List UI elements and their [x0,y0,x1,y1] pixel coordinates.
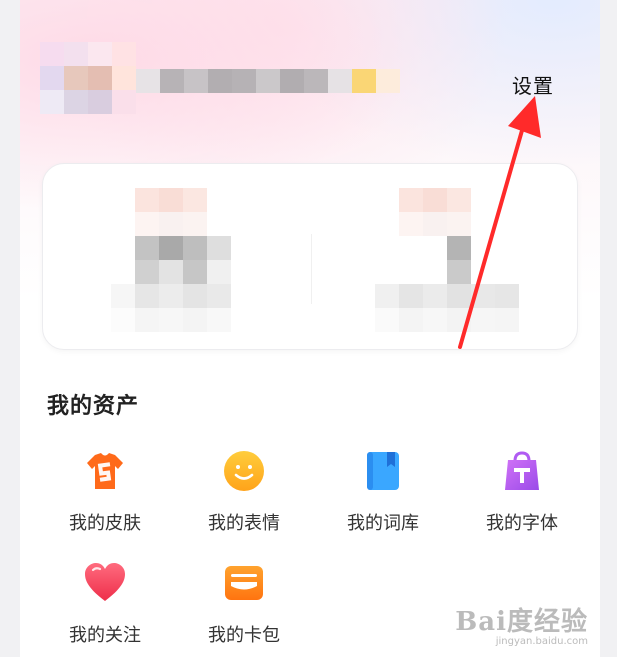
card-wallet-icon [225,566,263,600]
asset-my-emoji[interactable]: 我的表情 [189,449,299,535]
blurred-stat-right[interactable] [375,188,519,332]
smiley-icon [224,451,264,491]
assets-section-title: 我的资产 [47,394,140,419]
asset-label: 我的关注 [69,625,141,646]
shirt-icon [87,453,123,489]
watermark-main: Bai度经验 [455,607,588,637]
asset-label: 我的表情 [208,513,280,534]
font-bag-icon [505,451,539,490]
blurred-username [136,69,400,93]
heart-icon [85,563,125,601]
stats-card [42,163,578,350]
asset-label: 我的皮肤 [69,513,141,534]
settings-link[interactable]: 设置 [512,70,554,99]
asset-label: 我的词库 [347,513,419,534]
book-icon [367,452,399,490]
blurred-stat-left[interactable] [111,188,231,332]
profile-page: 设置 我的资产 我的皮肤 我的表情 我的词库 我的字体 我的关注 我的卡包 Ba… [20,0,600,657]
asset-label: 我的字体 [486,513,558,534]
asset-label: 我的卡包 [208,625,280,646]
asset-my-cards[interactable]: 我的卡包 [189,561,299,647]
asset-my-follows[interactable]: 我的关注 [50,561,160,647]
card-divider [311,234,312,304]
asset-my-skins[interactable]: 我的皮肤 [50,449,160,535]
asset-my-fonts[interactable]: 我的字体 [467,449,577,535]
baidu-jingyan-watermark: Bai度经验 jingyan.baidu.com [455,601,588,647]
asset-my-lexicon[interactable]: 我的词库 [328,449,438,535]
blurred-user-avatar[interactable] [40,42,136,114]
